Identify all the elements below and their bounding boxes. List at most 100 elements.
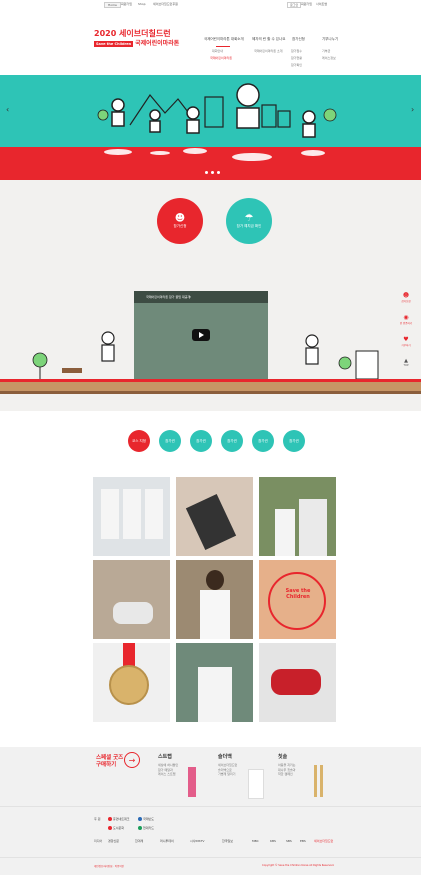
media-3[interactable]: 머니투데이	[160, 839, 174, 843]
media-9[interactable]: EBS	[300, 839, 306, 843]
deposit-circle-button[interactable]: ☂ 참가 예치금 확인	[226, 198, 272, 244]
gallery-tile-logo-badge[interactable]: Save the Children	[259, 560, 336, 639]
media-2[interactable]: 한겨레	[135, 839, 143, 843]
gallery-tile-app-screens[interactable]	[93, 477, 170, 556]
deposit-label: 참가 예치금 확인	[236, 224, 262, 228]
shop-title: 스페셜 굿즈 구매하기	[96, 755, 124, 768]
media-7[interactable]: KBS	[270, 839, 276, 843]
tab-4[interactable]: 참가권	[221, 430, 243, 452]
gallery-tile-runner-back[interactable]	[176, 643, 253, 722]
apply-circle-button[interactable]: ☻ 참가신청	[157, 198, 203, 244]
utility-donate-link[interactable]: 세이브더칠드런후원	[153, 2, 178, 6]
tab-5[interactable]: 참가권	[252, 430, 274, 452]
gallery-tile-phone[interactable]	[176, 477, 253, 556]
product-strap-name[interactable]: 스트랩	[158, 753, 172, 760]
site-header: 2020 세이브더칠드런 Save the Children 국제어린이마라톤 국…	[0, 12, 421, 76]
hero-next-arrow[interactable]: ›	[411, 105, 414, 114]
subnav-status[interactable]: 참가현황	[291, 56, 302, 60]
subnav-donation[interactable]: 기부금	[322, 49, 330, 53]
side-donate[interactable]: ♥ 기부하기	[396, 336, 416, 347]
gallery-tile-medal[interactable]	[93, 643, 170, 722]
media-10[interactable]: 세이브더칠드런	[314, 839, 333, 843]
sponsor-label: 후 원	[94, 817, 101, 821]
shop-section: 스페셜 굿즈 구매하기 → 스트랩 세상에 하나뿐인 참가 메달과 레이스 스트…	[0, 747, 421, 806]
utility-bar: Home 회원가입 Shop 세이브더칠드런후원 로그인 회원가입 사이트맵	[0, 0, 421, 12]
runner-icon: ☻	[402, 292, 410, 299]
sponsor-3[interactable]: 도서문화	[108, 826, 124, 830]
logo-title: 국제어린이마라톤	[135, 40, 180, 47]
video-section: 국제어린이마라톤 참가 꿀팁 대공개!	[0, 263, 421, 411]
tab-3[interactable]: 참가권	[190, 430, 212, 452]
tab-course[interactable]: 코스 지정	[128, 430, 150, 452]
apply-label: 참가신청	[173, 224, 187, 228]
camera-icon: ◉	[403, 314, 409, 321]
product-bag-desc: 세이브더칠드런 슬더백으로 가볍게 달리기	[218, 763, 238, 776]
media-8[interactable]: SBS	[286, 839, 292, 843]
copyright: Copyright © Save the Children Korea All …	[262, 864, 335, 867]
utility-home-link[interactable]: Home	[104, 2, 121, 8]
gallery-tile-child[interactable]	[176, 560, 253, 639]
product-toothbrush-desc: 아동을 지키는 대나무 칫솔과 착한 캠페인	[278, 763, 296, 776]
person-icon: ☻	[174, 213, 186, 224]
gallery-tile-waist-bag[interactable]	[259, 643, 336, 722]
category-tabs: 코스 지정 참가권 참가권 참가권 참가권 참가권	[0, 411, 421, 461]
hero-dot-3[interactable]	[217, 171, 220, 174]
shop-arrow-button[interactable]: →	[124, 752, 140, 768]
play-icon[interactable]	[192, 329, 210, 341]
utility-join-link[interactable]: 회원가입	[121, 2, 132, 6]
quick-links: ☻ 참가신청 ☂ 참가 예치금 확인	[0, 180, 421, 263]
hero-banner: ‹ ›	[0, 75, 421, 180]
sponsor-2[interactable]: 국제반도	[138, 817, 154, 821]
side-quick-menu: ☻ 참가신청 ◉ 런 인증하기 ♥ 기부하기 ▲ TOP	[396, 292, 416, 377]
signup-link[interactable]: 회원가입	[301, 2, 312, 6]
nav-donate[interactable]: 기부나누기	[322, 37, 338, 42]
product-toothbrush-name[interactable]: 칫솔	[278, 753, 287, 760]
nav-about[interactable]: 국제어린이마라톤 대회소개	[204, 37, 244, 42]
video-player[interactable]: 국제어린이마라톤 참가 꿀팁 대공개!	[134, 291, 268, 382]
tab-6[interactable]: 참가권	[283, 430, 305, 452]
gallery-tile-father-son[interactable]	[259, 477, 336, 556]
side-verify[interactable]: ◉ 런 인증하기	[396, 314, 416, 325]
hero-prev-arrow[interactable]: ‹	[6, 105, 9, 114]
logo-badge: Save the Children	[94, 40, 134, 47]
subnav-check[interactable]: 참가확인	[291, 63, 302, 67]
sitemap-link[interactable]: 사이트맵	[316, 2, 327, 6]
umbrella-icon: ☂	[244, 213, 254, 224]
product-strap-desc: 세상에 하나뿐인 참가 메달과 레이스 스트랩	[158, 763, 179, 776]
photo-gallery: Save the Children	[93, 477, 336, 723]
site-footer: 개인정보처리방침 · 이용약관 Copyright © Save the Chi…	[0, 857, 421, 875]
heart-icon: ♥	[403, 336, 409, 343]
product-strap-image[interactable]	[188, 767, 196, 797]
media-label: 미디어	[94, 839, 103, 843]
hero-dot-1[interactable]	[205, 171, 208, 174]
logo[interactable]: Save the Children 국제어린이마라톤	[94, 38, 179, 47]
sponsor-4[interactable]: 현대카드	[138, 826, 154, 830]
nav-apply[interactable]: 참가신청	[292, 37, 305, 42]
media-5[interactable]: 한국일보	[222, 839, 233, 843]
side-apply[interactable]: ☻ 참가신청	[396, 292, 416, 303]
side-top[interactable]: ▲ TOP	[396, 358, 416, 367]
hero-dot-2[interactable]	[211, 171, 214, 174]
footer-links[interactable]: 개인정보처리방침 · 이용약관	[94, 864, 124, 868]
ground-stripe-brown	[0, 391, 421, 394]
media-4[interactable]: 시사INSTV	[190, 839, 204, 843]
media-6[interactable]: MBC	[252, 839, 259, 843]
product-bag-name[interactable]: 슬더백	[218, 753, 232, 760]
subnav-intro[interactable]: 국제어린이마라톤 소개	[254, 49, 283, 53]
subnav-register[interactable]: 참가접수	[291, 49, 302, 53]
media-1[interactable]: 경향신문	[108, 839, 119, 843]
subnav-active[interactable]: 국제어린이마라톤	[210, 56, 232, 60]
subnav-race[interactable]: 레이스정보	[322, 56, 336, 60]
login-link[interactable]: 로그인	[287, 2, 302, 8]
product-bag-image[interactable]	[248, 769, 264, 799]
subnav-info[interactable]: 대회안내	[212, 49, 223, 53]
tab-2[interactable]: 참가권	[159, 430, 181, 452]
product-toothbrush-image[interactable]	[314, 765, 317, 797]
product-toothbrush-image-2[interactable]	[320, 765, 323, 797]
nav-event[interactable]: 혜자의 런 할 수 있나요	[252, 37, 285, 42]
gallery-tile-shoes[interactable]	[93, 560, 170, 639]
sponsors-section: 후 원 휴먼네트워크 국제반도 도서문화 현대카드 미디어 경향신문 한겨레 머…	[0, 806, 421, 858]
utility-shop-link[interactable]: Shop	[138, 2, 146, 6]
hero-illustration	[97, 83, 337, 161]
sponsor-1[interactable]: 휴먼네트워크	[108, 817, 130, 821]
